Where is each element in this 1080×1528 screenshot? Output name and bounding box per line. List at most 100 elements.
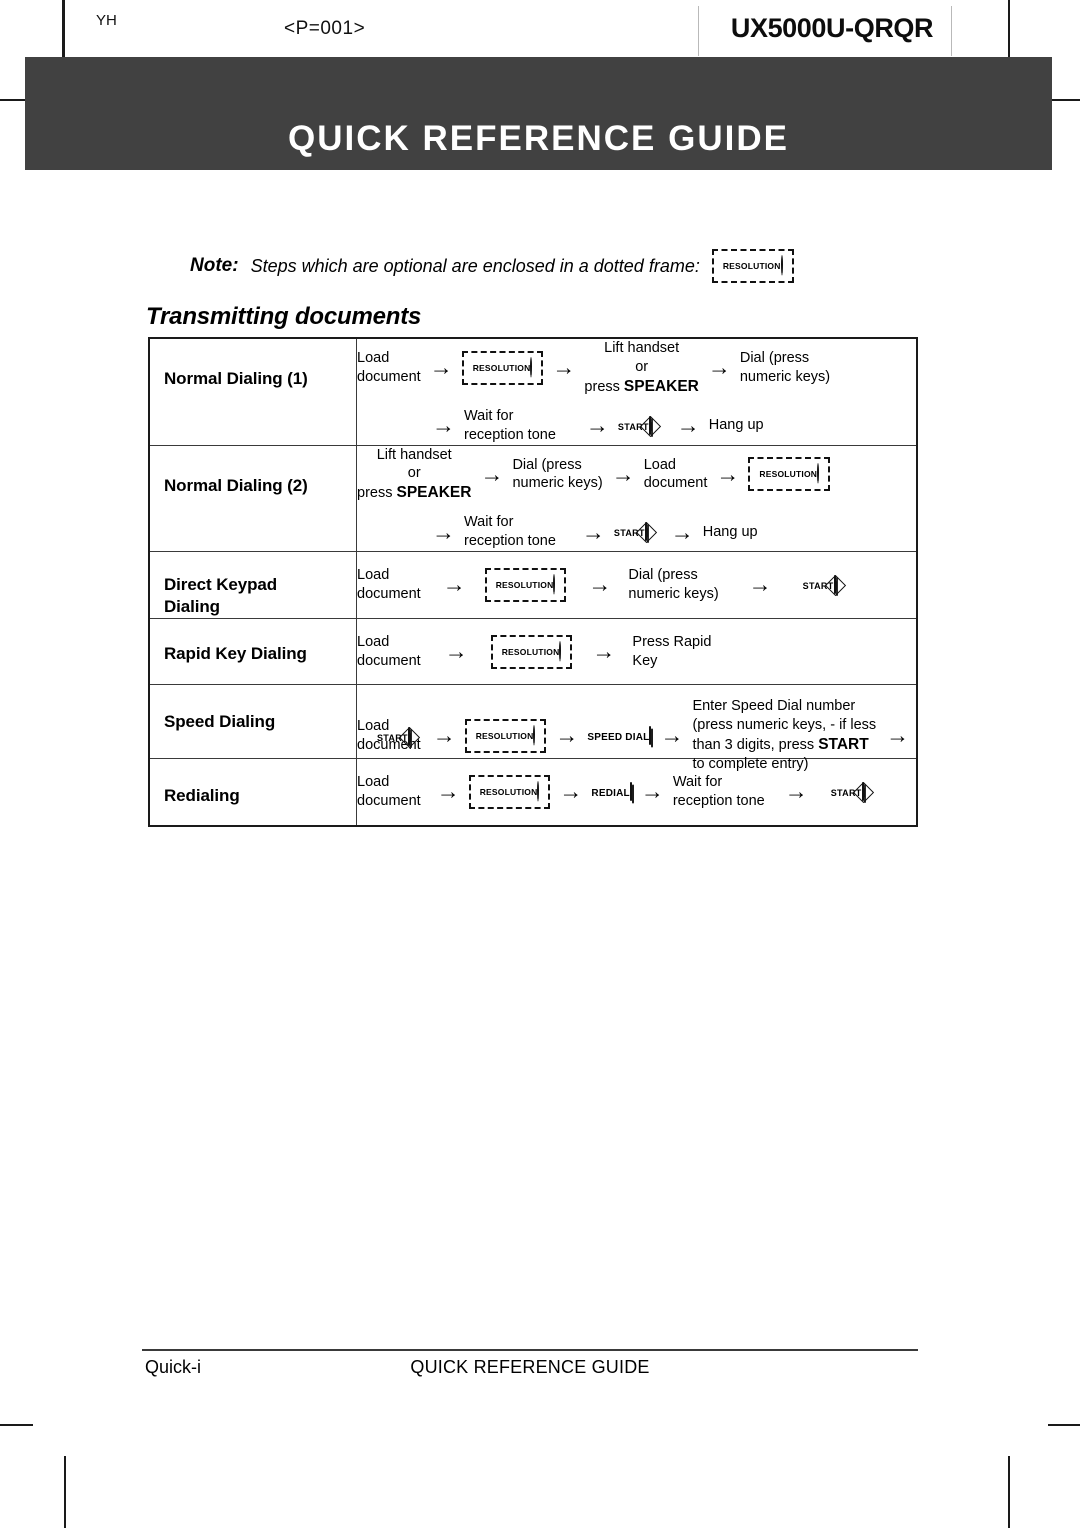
arrow-icon: → [716,460,740,487]
resolution-key-oval-icon [559,640,562,660]
step-flow-line: → Wait for reception tone → START → Hang… [357,513,916,551]
step-flow-line: Load document → RESOLUTION → Lift handse… [357,339,916,397]
section-heading: Transmitting documents [146,303,422,330]
step-line: Dial (press [512,456,582,473]
arrow-icon: → [432,518,455,545]
start-key-face [852,781,875,804]
start-button[interactable]: START [377,726,421,749]
start-button[interactable]: START [618,415,662,437]
resolution-button[interactable]: RESOLUTION [464,718,547,753]
row-label-cell: Redialing [148,758,357,827]
start-diamond-icon [852,781,875,804]
redial-button-label: REDIAL [591,787,630,799]
start-button[interactable]: START [803,574,847,596]
arrow-icon: → [886,722,910,749]
arrow-icon: → [559,778,583,805]
step-line: reception tone [672,792,765,809]
resolution-button[interactable]: RESOLUTION [484,567,567,602]
row-label-line2: Dialing [164,596,220,616]
resolution-button[interactable]: RESOLUTION [748,457,831,492]
step-line: (press numeric keys, - if less [692,717,877,734]
redial-button[interactable]: REDIAL [591,781,632,801]
resolution-button[interactable]: RESOLUTION [490,634,573,669]
note-text: Steps which are optional are enclosed in… [250,255,700,276]
resolution-button[interactable]: RESOLUTION [461,350,544,385]
step-line: Dial (press [628,567,698,584]
step-line: Key [632,652,658,669]
speed-dial-button-label: SPEED DIAL [587,731,650,743]
step-line: Wait for [464,514,514,531]
corner-registration-mark: ΥΗ [96,12,117,29]
step-line: document [643,475,708,492]
meta-rule-right [951,6,952,56]
row-label-cell: Normal Dialing (1) [148,337,357,446]
crop-mark-right-lower [1048,1424,1080,1426]
step-load-document: Load document [357,773,421,811]
arrow-icon: → [660,722,684,749]
step-line: document [357,792,421,809]
row-label: Direct Keypad Dialing [164,552,356,618]
crop-mark-left-upper [0,99,26,101]
step-flow-line: → Wait for reception tone → START → Hang… [357,407,916,445]
step-line: Load [357,774,390,791]
resolution-key-oval-icon [817,463,820,483]
crop-mark-left-lower [0,1424,33,1426]
arrow-icon: → [444,638,468,665]
step-line: or [635,358,649,375]
step-line: press [357,485,397,502]
step-dial-numeric: Dial (press numeric keys) [512,456,602,494]
start-key-face [824,574,847,596]
step-flow-line: Load document → RESOLUTION → Press Rapid… [357,633,916,671]
step-line: document [357,585,421,602]
resolution-button-label: RESOLUTION [501,646,560,657]
resolution-key-oval-icon [533,724,536,744]
speed-dial-button[interactable]: SPEED DIAL [587,725,652,745]
step-line: Press Rapid [632,633,712,650]
crop-mark-right-upper [1050,99,1080,101]
table-row: Rapid Key Dialing Load document → RESOLU… [148,617,918,686]
transmitting-procedures-table: Normal Dialing (1) Load document → RESOL… [148,337,918,827]
step-dial-numeric: Dial (press numeric keys) [628,566,718,604]
step-wait-reception-tone: Wait for reception tone [673,773,765,811]
arrow-icon: → [784,778,808,805]
step-line: Lift handset [604,340,680,356]
step-flow-line: Load document → RESOLUTION → REDIAL → Wa… [357,773,916,811]
step-line: Wait for [464,407,514,424]
resolution-button-label: RESOLUTION [722,261,781,271]
arrow-icon: → [436,778,460,805]
table-row: Speed Dialing Load document → RESOLUTION… [148,684,918,772]
row-label-cell: Normal Dialing (2) [148,444,357,553]
meta-rule-far [1008,0,1010,57]
arrow-icon: → [432,412,455,439]
resolution-button[interactable]: RESOLUTION [468,774,551,809]
table-row: Normal Dialing (1) Load document → RESOL… [148,337,918,446]
resolution-key-oval-icon [530,356,533,376]
step-load-document: Load document [357,633,421,671]
step-line: Dial (press [739,350,810,367]
step-load-document: Load document [357,349,421,387]
row-label: Redialing [164,786,240,806]
speaker-key-name: SPEAKER [396,484,472,502]
arrow-icon: → [552,354,576,381]
start-key-face [399,726,421,749]
step-hang-up: Hang up [708,417,764,434]
resolution-button-sample: RESOLUTION [711,249,794,283]
start-diamond-icon [824,574,847,596]
arrow-icon: → [588,571,612,598]
row-label: Normal Dialing (2) [164,475,308,495]
step-enter-speed-dial-number: Enter Speed Dial number (press numeric k… [692,697,876,774]
start-button[interactable]: START [614,522,658,544]
row-steps-cell: Lift handset or press SPEAKER → Dial (pr… [356,444,918,553]
arrow-icon: → [432,722,456,749]
start-button[interactable]: START [831,781,875,804]
crop-mark-bottom-left [64,1456,66,1528]
step-line: reception tone [464,533,556,550]
resolution-button-label: RESOLUTION [495,579,554,590]
step-wait-reception-tone: Wait for reception tone [464,407,556,445]
step-line: reception tone [464,426,556,443]
footer-rule [142,1349,918,1351]
resolution-button-label: RESOLUTION [759,469,818,480]
step-line: numeric keys) [512,475,603,492]
note-label: Note: [190,255,239,276]
step-lift-handset-or-speaker: Lift handset or press SPEAKER [357,446,471,504]
